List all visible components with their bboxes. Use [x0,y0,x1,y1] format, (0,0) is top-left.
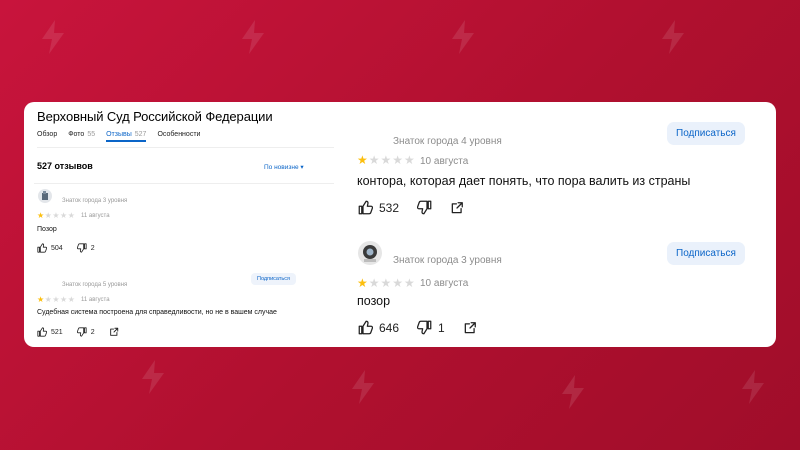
review-date: 11 августа [81,213,110,219]
review-actions: 646 1 [358,320,477,335]
review-date: 10 августа [420,156,469,167]
tab-features[interactable]: Особенности [157,131,200,142]
thumb-up-icon [358,200,373,215]
review-actions: 521 2 [37,327,119,337]
reviews-card: Верховный Суд Российской Федерации Обзор… [24,102,776,347]
reviewer-level: Знаток города 5 уровня [62,282,128,288]
star-icon: ★★★★ [44,295,76,304]
star-icon: ★★★★ [368,153,416,167]
star-icon: ★ [357,153,369,167]
lightning-icon [562,375,584,409]
dislike-count: 1 [438,320,445,335]
like-button[interactable]: 532 [358,200,399,215]
reviewer-level: Знаток города 3 уровня [393,255,502,266]
dislike-button[interactable] [417,200,432,215]
thumb-down-icon [76,327,87,337]
star-icon: ★ [357,276,369,290]
divider [37,147,334,148]
review-text: позор [357,294,391,308]
like-button[interactable]: 521 [37,327,63,337]
lightning-icon [452,20,474,54]
like-count: 521 [51,328,63,336]
like-button[interactable]: 504 [37,243,63,253]
thumb-up-icon [358,320,373,335]
star-rating: ★★★★★ [357,276,416,290]
divider [34,183,334,184]
reviewer-level: Знаток города 4 уровня [393,136,502,147]
avatar[interactable] [38,189,52,203]
star-rating: ★★★★★ [37,295,75,304]
thumb-down-icon [76,243,87,253]
lightning-icon [42,20,64,54]
review-text: контора, которая дает понять, что пора в… [357,174,691,188]
thumb-up-icon [37,243,47,253]
like-count: 504 [51,244,63,252]
subscribe-button[interactable]: Подписаться [667,122,745,145]
thumb-down-icon [417,320,432,335]
org-title: Верховный Суд Российской Федерации [37,109,273,124]
tab-reviews[interactable]: Отзывы 527 [106,131,147,142]
star-icon: ★★★★ [44,211,76,220]
share-button[interactable] [109,327,119,337]
thumb-down-icon [417,200,432,215]
reviews-count: 527 отзывов [37,161,93,171]
tab-count: 527 [134,131,147,138]
lightning-icon [662,20,684,54]
star-icon: ★ [37,295,45,304]
share-icon [451,201,463,213]
org-reviews-panel: Верховный Суд Российской Федерации Обзор… [24,102,342,347]
subscribe-button[interactable]: Подписаться [251,273,296,285]
star-icon: ★★★★ [368,276,416,290]
sort-dropdown[interactable]: По новизне ▾ [264,163,304,171]
review-actions: 504 2 [37,243,95,253]
share-button[interactable] [463,321,477,335]
dislike-count: 2 [90,244,95,252]
avatar[interactable] [358,241,382,265]
share-icon [109,327,118,336]
share-button[interactable] [450,201,464,215]
lightning-icon [142,360,164,394]
lightning-icon [742,370,764,404]
reviewer-level: Знаток города 3 уровня [62,198,128,204]
star-icon: ★ [37,211,45,220]
tab-count: 55 [87,131,96,138]
thumb-up-icon [37,327,47,337]
avatar-image [42,191,48,200]
tab-label: Обзор [37,131,58,138]
dislike-button[interactable]: 2 [76,243,95,253]
review-date: 10 августа [420,278,469,289]
like-button[interactable]: 646 [358,320,399,335]
org-tabs: Обзор Фото 55 Отзывы 527 Особенности [37,131,200,142]
tab-label: Отзывы [106,131,132,138]
review-date: 11 августа [81,297,110,303]
tab-photos[interactable]: Фото 55 [68,131,95,142]
tab-label: Фото [68,131,85,138]
subscribe-button[interactable]: Подписаться [667,242,745,265]
like-count: 646 [379,320,400,335]
review-text: Судебная система построена для справедли… [37,309,277,316]
star-rating: ★★★★★ [37,211,75,220]
lightning-icon [242,20,264,54]
tab-label: Особенности [157,131,201,138]
review-actions: 532 [358,200,464,215]
dislike-count: 2 [90,328,95,336]
star-rating: ★★★★★ [357,153,416,167]
dislike-button[interactable]: 2 [76,327,95,337]
share-icon [464,321,476,333]
avatar-image [363,245,377,262]
like-count: 532 [379,200,400,215]
lightning-icon [352,370,374,404]
review-text: Позор [37,226,57,233]
dislike-button[interactable]: 1 [417,320,445,335]
tab-overview[interactable]: Обзор [37,131,57,142]
